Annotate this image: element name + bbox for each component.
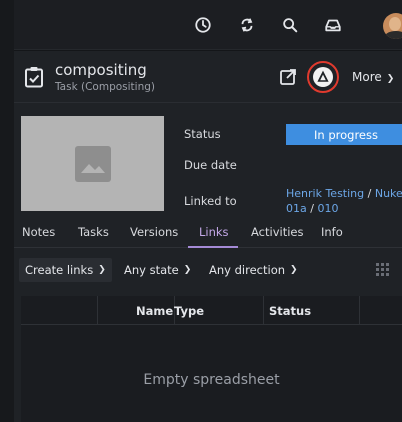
sync-icon[interactable] (236, 14, 258, 36)
create-links-button[interactable]: Create links ❯ (19, 258, 112, 282)
status-label: Status (184, 127, 221, 141)
link-nuke[interactable]: Nuke (375, 187, 402, 200)
column-name[interactable]: Name (136, 304, 173, 318)
links-spreadsheet: Name Type Status Empty spreadsheet (21, 296, 402, 422)
detail-tabs: Notes Tasks Versions Links Activities In… (14, 218, 402, 248)
tab-links[interactable]: Links (199, 225, 229, 239)
due-date-label: Due date (184, 158, 237, 172)
direction-filter-label: Any direction (209, 263, 286, 277)
clock-icon[interactable] (192, 14, 214, 36)
page-title: compositing (55, 61, 147, 79)
column-divider (359, 296, 360, 325)
tab-tasks[interactable]: Tasks (78, 225, 109, 239)
task-panel: compositing Task (Compositing) More ❯ Sta… (14, 51, 402, 422)
more-label: More (352, 70, 382, 84)
image-placeholder-icon (74, 145, 111, 182)
ai-assistant-button[interactable] (307, 61, 339, 93)
thumbnail-placeholder[interactable] (21, 116, 164, 211)
tab-info[interactable]: Info (321, 225, 343, 239)
page-subtitle: Task (Compositing) (55, 81, 156, 93)
task-header: compositing Task (Compositing) More ❯ (14, 51, 402, 103)
grid-view-icon[interactable] (376, 263, 390, 277)
linked-entity-path: Henrik Testing / Nuke 01a / 010 (286, 186, 402, 216)
tab-versions[interactable]: Versions (130, 225, 178, 239)
inbox-icon[interactable] (322, 14, 344, 36)
spreadsheet-header: Name Type Status (21, 296, 402, 325)
status-badge[interactable]: In progress (286, 124, 402, 145)
state-filter-label: Any state (124, 263, 179, 277)
column-type[interactable]: Type (174, 304, 204, 318)
active-tab-indicator (188, 246, 238, 248)
chevron-down-icon: ❯ (386, 74, 395, 84)
empty-state-message: Empty spreadsheet (143, 372, 280, 388)
state-filter-dropdown[interactable]: Any state ❯ (118, 258, 197, 282)
link-project[interactable]: Henrik Testing (286, 187, 364, 200)
column-status[interactable]: Status (269, 304, 311, 318)
create-links-label: Create links (25, 263, 94, 277)
left-gutter (0, 0, 14, 422)
link-shot[interactable]: 010 (317, 202, 338, 215)
links-toolbar: Create links ❯ Any state ❯ Any direction ❯ (14, 254, 402, 282)
top-bar (0, 0, 402, 50)
external-link-icon[interactable] (279, 68, 297, 86)
linked-to-label: Linked to (184, 194, 237, 208)
task-icon (25, 67, 43, 88)
more-menu-button[interactable]: More ❯ (352, 70, 394, 84)
tab-notes[interactable]: Notes (22, 225, 55, 239)
tab-activities[interactable]: Activities (251, 225, 303, 239)
link-sequence[interactable]: 01a (286, 202, 307, 215)
user-avatar[interactable] (383, 13, 402, 39)
direction-filter-dropdown[interactable]: Any direction ❯ (203, 258, 304, 282)
column-divider (97, 296, 98, 325)
ai-assistant-icon (313, 67, 333, 87)
chevron-down-icon: ❯ (290, 265, 298, 275)
chevron-down-icon: ❯ (98, 265, 106, 275)
path-separator: / (364, 187, 375, 200)
chevron-down-icon: ❯ (183, 265, 192, 275)
search-icon[interactable] (279, 14, 301, 36)
column-divider (263, 296, 264, 325)
app-root: compositing Task (Compositing) More ❯ Sta… (0, 0, 402, 422)
path-separator: / (306, 202, 318, 215)
